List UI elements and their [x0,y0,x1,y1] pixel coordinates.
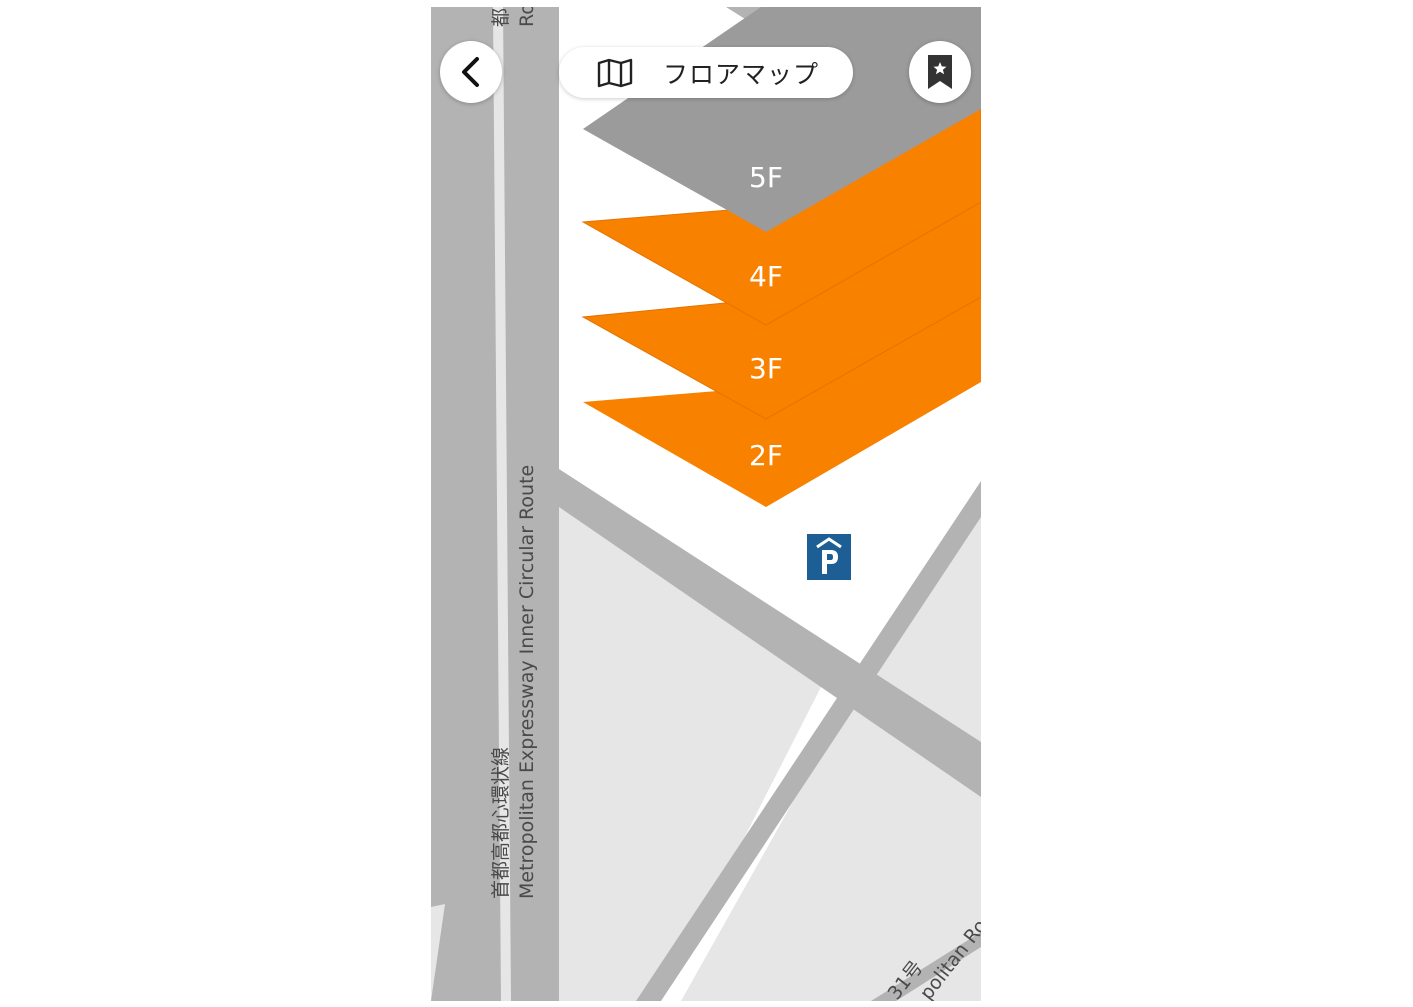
bookmark-star-icon [928,55,952,89]
map-screen: 5F 4F 3F 2F Metropolitan Expressway Inne… [431,7,981,1001]
page-title: フロアマップ [663,59,820,89]
floor-2f-label: 2F [749,439,783,472]
chevron-left-icon [462,57,479,87]
top-road-label-ja: 都 [490,8,512,27]
expressway-label-en: Metropolitan Expressway Inner Circular R… [516,465,538,899]
expressway-label-ja: 首都高都心環状線 [490,747,512,899]
back-button[interactable] [440,41,502,103]
bookmark-button[interactable] [909,41,971,103]
parking-garage-icon[interactable] [807,534,851,580]
top-road-label-en: Ro [516,7,538,27]
floor-5f-label: 5F [749,161,783,194]
map-canvas[interactable]: 5F 4F 3F 2F Metropolitan Expressway Inne… [431,7,981,1001]
floor-map-button[interactable]: フロアマップ [559,47,853,98]
floor-3f-label: 3F [749,352,783,385]
floor-4f-label: 4F [749,260,783,293]
folded-map-icon [597,58,633,87]
